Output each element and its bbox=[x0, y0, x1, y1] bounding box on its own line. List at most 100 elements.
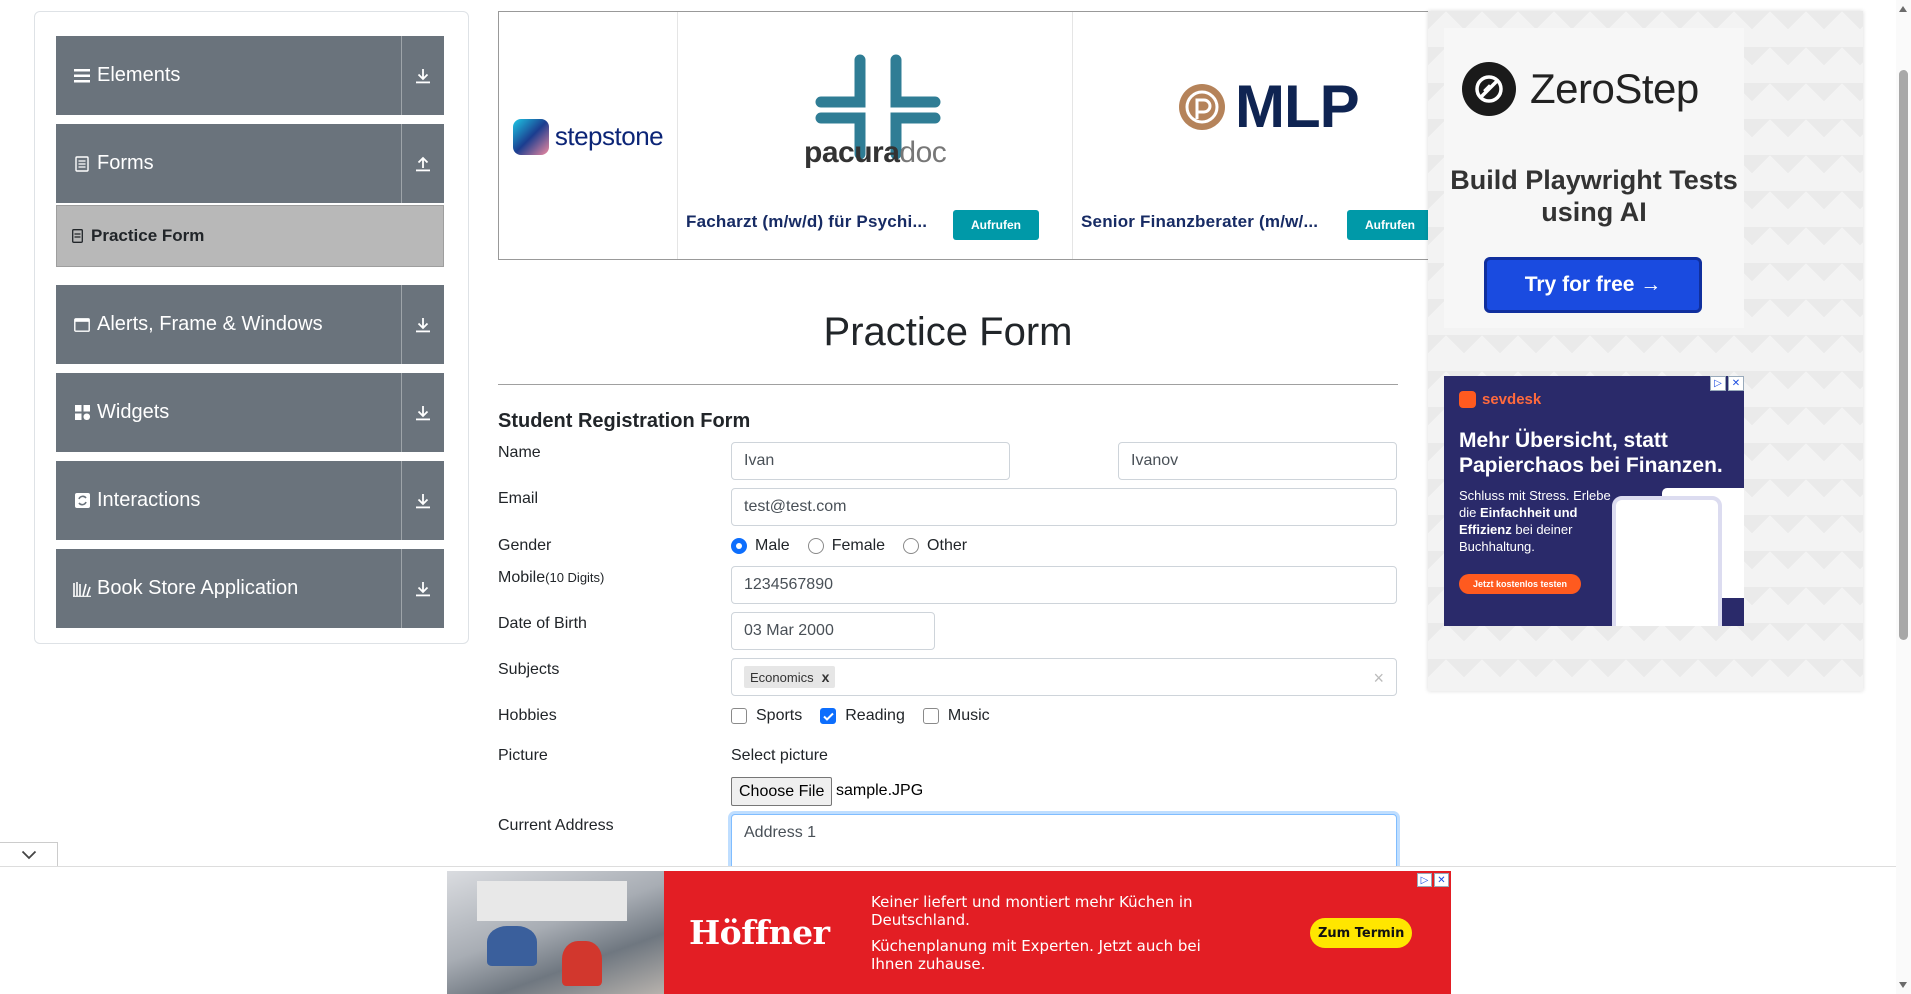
hoffner-line-1: Keiner liefert und montiert mehr Küchen … bbox=[871, 893, 1193, 929]
mobile-input[interactable]: 1234567890 bbox=[731, 566, 1397, 604]
sidebar-group-book-store[interactable]: Book Store Application bbox=[56, 549, 444, 628]
hobby-reading-option[interactable]: Reading bbox=[820, 707, 905, 725]
form-icon bbox=[72, 229, 83, 243]
job-title[interactable]: Senior Finanzberater (m/w/... bbox=[1081, 212, 1318, 232]
scroll-up-arrow-icon[interactable] bbox=[1899, 6, 1907, 12]
sidebar-item-label: Practice Form bbox=[91, 226, 205, 245]
ad-choices[interactable]: ▷ ✕ bbox=[1710, 376, 1744, 391]
stepstone-brand[interactable]: stepstone bbox=[499, 12, 678, 259]
check-icon bbox=[823, 712, 834, 721]
download-icon[interactable] bbox=[402, 68, 444, 84]
pacuradoc-wordmark: pacuradoc bbox=[804, 136, 947, 169]
sevdesk-brand: sevdesk bbox=[1459, 391, 1541, 408]
hobbies-checkbox-group: Sports Reading Music bbox=[731, 707, 1008, 725]
job-ad-banner[interactable]: stepstone pacuradoc Facharzt (m/w/d) für… bbox=[498, 11, 1428, 260]
selected-file-name: sample.JPG bbox=[836, 782, 924, 799]
sevdesk-logo-icon bbox=[1459, 391, 1476, 408]
sevdesk-cta-button[interactable]: Jetzt kostenlos testen bbox=[1459, 574, 1582, 594]
zum-termin-button[interactable]: Zum Termin bbox=[1310, 918, 1413, 948]
sidebar-group-elements[interactable]: Elements bbox=[56, 36, 444, 115]
sidebar-group-label: Widgets bbox=[97, 401, 170, 423]
zerostep-wordmark: ZeroStep bbox=[1530, 65, 1699, 112]
sidebar: Elements Forms Practice Form Alerts, Fra… bbox=[34, 11, 469, 644]
email-input[interactable]: test@test.com bbox=[731, 488, 1397, 526]
email-label: Email bbox=[498, 490, 539, 507]
mlp-logo: MLP bbox=[1179, 72, 1360, 141]
hoffner-line-2: Küchenplanung mit Experten. Jetzt auch b… bbox=[871, 937, 1201, 973]
clear-subjects-icon[interactable]: × bbox=[1373, 668, 1384, 689]
hamburger-icon bbox=[73, 67, 91, 85]
hoffner-ad[interactable]: Höffner Keiner liefert und montiert mehr… bbox=[447, 871, 1451, 994]
sevdesk-body: Schluss mit Stress. Erlebe die Einfachhe… bbox=[1459, 488, 1611, 554]
subjects-label: Subjects bbox=[498, 661, 560, 678]
remove-subject-icon[interactable]: x bbox=[822, 669, 830, 685]
current-address-textarea[interactable]: Address 1 bbox=[731, 814, 1397, 874]
books-icon bbox=[73, 580, 91, 598]
checkbox-music[interactable] bbox=[922, 708, 939, 724]
stepstone-wordmark: stepstone bbox=[554, 121, 664, 151]
checkbox-reading[interactable] bbox=[820, 708, 837, 724]
hoffner-logo: Höffner bbox=[689, 913, 830, 952]
form-title: Student Registration Form bbox=[498, 410, 751, 432]
sidebar-group-label: Alerts, Frame & Windows bbox=[97, 313, 323, 335]
date-of-birth-input[interactable]: 03 Mar 2000 bbox=[731, 612, 935, 650]
radio-other[interactable] bbox=[903, 538, 920, 554]
select-picture-hint: Select picture bbox=[731, 747, 828, 764]
ad-choices[interactable]: ▷ ✕ bbox=[1417, 873, 1449, 887]
picture-label: Picture bbox=[498, 747, 548, 764]
window-icon bbox=[73, 316, 91, 334]
sevdesk-ad[interactable]: sevdesk Mehr Übersicht, statt Papierchao… bbox=[1444, 376, 1744, 626]
zerostep-ad[interactable]: ZeroStep Build Playwright Tests using AI… bbox=[1444, 28, 1744, 328]
ad-close-icon[interactable]: ✕ bbox=[1728, 376, 1744, 391]
subjects-input[interactable]: Economics x × bbox=[731, 658, 1397, 696]
last-name-input[interactable]: Ivanov bbox=[1118, 442, 1397, 480]
gender-male-option[interactable]: Male bbox=[731, 537, 790, 555]
current-address-label: Current Address bbox=[498, 817, 614, 834]
ad-close-icon[interactable]: ✕ bbox=[1434, 873, 1449, 887]
scrollbar-thumb[interactable] bbox=[1899, 70, 1908, 640]
sidebar-group-label: Forms bbox=[97, 152, 154, 174]
job-title[interactable]: Facharzt (m/w/d) für Psychi... bbox=[686, 212, 927, 232]
radio-male[interactable] bbox=[731, 538, 747, 554]
hobbies-label: Hobbies bbox=[498, 707, 557, 724]
ad-info-icon[interactable]: ▷ bbox=[1710, 376, 1726, 391]
job-card[interactable]: MLP Senior Finanzberater (m/w/... Aufruf… bbox=[1073, 12, 1428, 259]
name-label: Name bbox=[498, 444, 541, 461]
download-icon[interactable] bbox=[402, 581, 444, 597]
zerostep-tagline: Build Playwright Tests using AI bbox=[1450, 165, 1738, 227]
sidebar-group-interactions[interactable]: Interactions bbox=[56, 461, 444, 540]
choose-file-button[interactable]: Choose File bbox=[731, 777, 833, 806]
download-icon[interactable] bbox=[402, 317, 444, 333]
checkbox-sports[interactable] bbox=[731, 708, 747, 724]
scroll-down-arrow-icon[interactable] bbox=[1899, 982, 1907, 988]
sidebar-group-label: Elements bbox=[97, 64, 181, 86]
subject-tag: Economics x bbox=[744, 666, 836, 688]
sidebar-item-practice-form[interactable]: Practice Form bbox=[56, 205, 444, 267]
radio-female[interactable] bbox=[807, 538, 824, 554]
collapse-ad-button[interactable] bbox=[0, 842, 58, 866]
sidebar-group-alerts[interactable]: Alerts, Frame & Windows bbox=[56, 285, 444, 364]
sidebar-group-forms[interactable]: Forms bbox=[56, 124, 444, 203]
upload-icon[interactable] bbox=[402, 156, 444, 172]
interactions-icon bbox=[73, 492, 91, 510]
aufrufen-button[interactable]: Aufrufen bbox=[953, 210, 1039, 240]
aufrufen-button[interactable]: Aufrufen bbox=[1347, 210, 1428, 240]
widgets-icon bbox=[73, 404, 91, 422]
right-ad-panel: ZeroStep Build Playwright Tests using AI… bbox=[1428, 11, 1863, 691]
hobby-music-option[interactable]: Music bbox=[922, 707, 990, 725]
hobby-sports-option[interactable]: Sports bbox=[731, 707, 802, 725]
document-icon bbox=[73, 155, 91, 173]
kitchen-photo bbox=[447, 871, 664, 994]
gender-other-option[interactable]: Other bbox=[903, 537, 967, 555]
download-icon[interactable] bbox=[402, 405, 444, 421]
gender-female-option[interactable]: Female bbox=[807, 537, 885, 555]
sidebar-group-widgets[interactable]: Widgets bbox=[56, 373, 444, 452]
try-for-free-button[interactable]: Try for free → bbox=[1484, 257, 1702, 313]
mobile-hint: (10 Digits) bbox=[545, 570, 605, 585]
download-icon[interactable] bbox=[402, 493, 444, 509]
first-name-input[interactable]: Ivan bbox=[731, 442, 1010, 480]
sevdesk-headline: Mehr Übersicht, statt Papierchaos bei Fi… bbox=[1459, 429, 1723, 477]
dob-label: Date of Birth bbox=[498, 615, 587, 632]
ad-info-icon[interactable]: ▷ bbox=[1417, 873, 1432, 887]
job-card[interactable]: pacuradoc Facharzt (m/w/d) für Psychi...… bbox=[678, 12, 1073, 259]
